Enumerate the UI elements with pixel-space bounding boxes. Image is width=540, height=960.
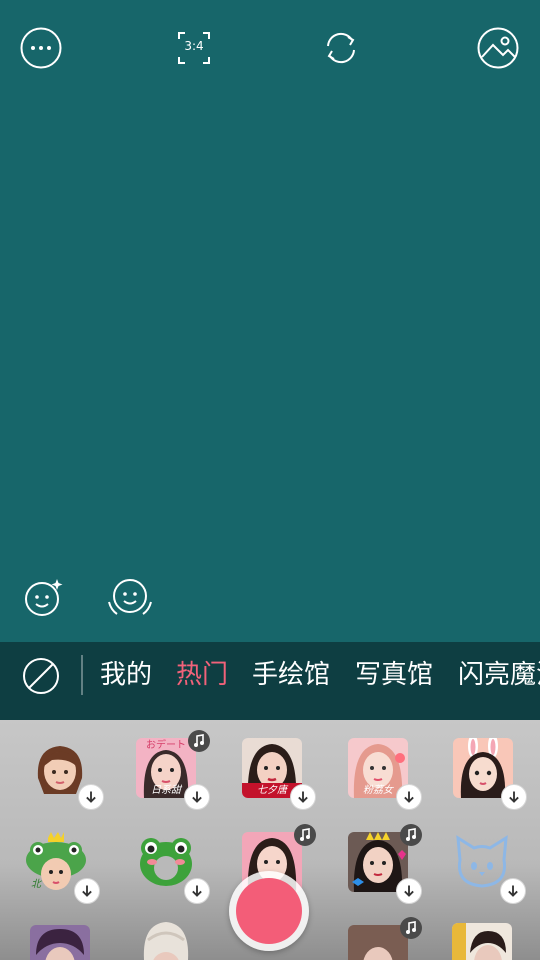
sticker-item[interactable]: 北 [26, 832, 100, 904]
sticker-thumbnail [452, 923, 512, 960]
face-slim-icon[interactable] [106, 576, 154, 620]
shutter-button-inner [236, 878, 302, 944]
download-icon[interactable] [501, 784, 527, 810]
shutter-button[interactable] [229, 871, 309, 951]
download-icon[interactable] [78, 784, 104, 810]
sticker-thumbnail [348, 925, 408, 960]
camera-preview[interactable] [0, 0, 540, 642]
music-note-icon [400, 917, 422, 939]
sticker-item[interactable] [452, 923, 516, 960]
sticker-item[interactable] [30, 925, 94, 960]
download-icon[interactable] [184, 784, 210, 810]
download-icon[interactable] [290, 784, 316, 810]
sticker-caption: 北 [31, 879, 41, 890]
download-icon[interactable] [184, 878, 210, 904]
beauty-sparkle-icon[interactable] [22, 576, 66, 620]
download-icon[interactable] [74, 878, 100, 904]
aspect-ratio-icon[interactable]: 3:4 [173, 27, 215, 69]
music-note-icon [294, 824, 316, 846]
tab-hand-drawn[interactable]: 手绘馆 [252, 659, 330, 691]
switch-camera-icon[interactable] [320, 27, 362, 69]
music-note-icon [188, 730, 210, 752]
download-icon[interactable] [396, 784, 422, 810]
sticker-item[interactable] [136, 832, 210, 904]
tab-hot[interactable]: 热门 [176, 659, 228, 691]
tab-portrait[interactable]: 写真馆 [355, 659, 433, 691]
sticker-item[interactable] [452, 832, 526, 904]
sticker-item[interactable] [136, 920, 200, 960]
sticker-item[interactable] [453, 738, 527, 810]
sticker-item[interactable]: 粉荔女 [348, 738, 422, 810]
sticker-category-bar: 我的 热门 手绘馆 写真馆 闪亮魔法 [0, 642, 540, 720]
gallery-icon[interactable] [477, 27, 519, 69]
sticker-item[interactable] [348, 917, 422, 960]
download-icon[interactable] [396, 878, 422, 904]
sticker-item[interactable]: おデート 日系甜 [136, 730, 210, 810]
download-icon[interactable] [500, 878, 526, 904]
more-options-icon[interactable] [20, 27, 62, 69]
sticker-thumbnail [136, 920, 196, 960]
music-note-icon [400, 824, 422, 846]
tab-mine[interactable]: 我的 [100, 659, 152, 691]
tab-sparkle-magic[interactable]: 闪亮魔法 [458, 659, 540, 691]
aspect-ratio-label: 3:4 [184, 39, 204, 53]
no-effect-icon[interactable] [22, 657, 60, 695]
sticker-caption: おデート [146, 740, 186, 751]
tab-divider [81, 655, 83, 695]
sticker-thumbnail [30, 925, 90, 960]
sticker-item[interactable]: 七夕唐 [242, 738, 316, 810]
sticker-item[interactable] [348, 824, 422, 904]
sticker-item[interactable] [30, 738, 104, 810]
